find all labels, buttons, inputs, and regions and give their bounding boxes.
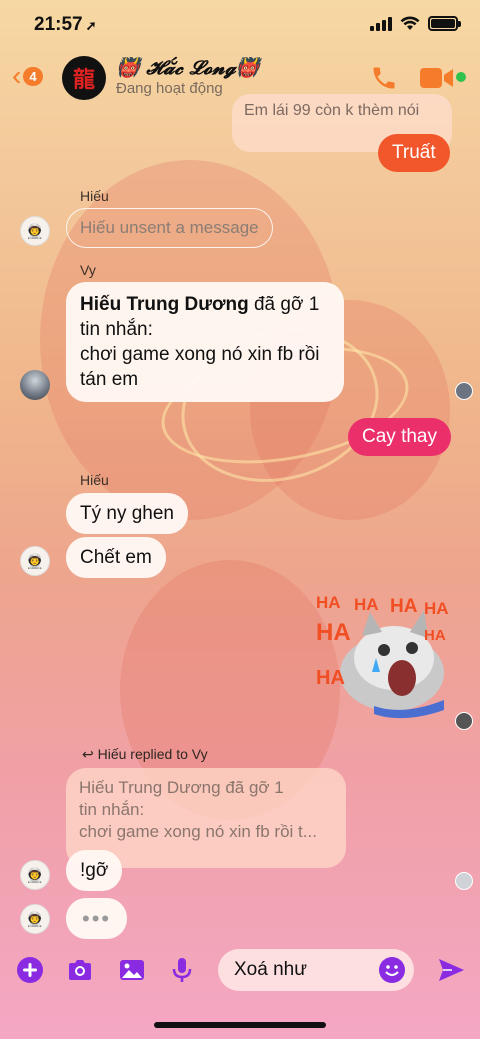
status-time: 21:57 ➚ — [34, 14, 97, 35]
battery-icon — [428, 16, 461, 31]
wifi-icon — [400, 16, 420, 30]
incoming-message[interactable]: Chết em — [66, 537, 166, 579]
camera-icon[interactable] — [66, 956, 94, 984]
svg-text:HA: HA — [390, 596, 418, 617]
avatar[interactable]: 👨‍🚀 — [20, 904, 50, 934]
send-icon[interactable] — [436, 955, 466, 985]
contact-name[interactable]: 👹 𝓗𝓪̆́𝓬 𝓛𝓸𝓷𝓰👹 — [116, 56, 260, 79]
message-input[interactable]: Xoá như — [218, 949, 414, 991]
back-button[interactable]: ‹ 4 — [12, 62, 43, 90]
message-text: Chết em — [80, 547, 152, 568]
emoji-icon[interactable] — [378, 956, 406, 984]
message-text: Cay thay — [362, 426, 437, 447]
reply-arrow-icon: ↩ — [82, 746, 98, 762]
quoted-text: Hiếu Trung Dương đã gỡ 1 — [79, 778, 284, 797]
status-icons — [370, 16, 461, 31]
message-text: tán em — [80, 369, 139, 391]
seen-indicator — [455, 712, 473, 730]
svg-text:HA: HA — [354, 595, 379, 614]
message-text: tin nhắn: — [80, 319, 153, 341]
avatar[interactable] — [20, 370, 50, 400]
incoming-message[interactable]: Tý ny ghen — [66, 493, 188, 535]
phone-call-icon[interactable] — [370, 64, 398, 92]
location-arrow-icon: ➚ — [85, 18, 97, 33]
svg-text:HA: HA — [424, 599, 449, 618]
mic-icon[interactable] — [168, 956, 196, 984]
plus-icon[interactable] — [16, 956, 44, 984]
message-text: Truất — [392, 142, 436, 163]
svg-text:HA: HA — [424, 627, 446, 644]
sender-name: Hiếu — [80, 472, 109, 488]
cat-laughing-sticker[interactable]: HA HA HA HA HA HA HA — [314, 588, 452, 726]
quoted-text: chơi game xong nó xin fb rồi t... — [79, 822, 317, 842]
cellular-signal-icon — [370, 16, 392, 31]
video-call-icon[interactable] — [420, 66, 454, 90]
svg-text:HA: HA — [316, 593, 341, 612]
message-bold-name: Hiếu Trung Dương — [80, 294, 249, 315]
sender-name: Hiếu — [80, 188, 109, 204]
home-indicator — [154, 1022, 326, 1028]
unread-count-badge: 4 — [23, 66, 43, 86]
message-input-text: Xoá như — [234, 959, 307, 980]
message-text: chơi game xong nó xin fb rồi — [80, 344, 320, 366]
outgoing-message[interactable]: Truất — [378, 134, 450, 172]
seen-indicator — [455, 872, 473, 890]
svg-text:HA: HA — [316, 619, 351, 646]
incoming-message[interactable]: !gỡ — [66, 850, 123, 892]
unsent-notice-text: Hiếu unsent a message — [80, 218, 259, 237]
online-status-dot — [456, 72, 466, 82]
image-icon[interactable] — [118, 956, 146, 984]
reply-header: ↩ Hiếu replied to Vy — [82, 746, 208, 763]
unsent-notice: Hiếu unsent a message — [66, 208, 273, 248]
message-composer: Xoá như — [0, 944, 480, 996]
outgoing-message[interactable]: Cay thay — [348, 418, 451, 456]
chevron-left-icon: ‹ — [12, 60, 22, 91]
message-text: Tý ny ghen — [80, 503, 174, 524]
sender-name: Vy — [80, 262, 96, 278]
typing-dots: ••• — [82, 906, 112, 931]
message-text: đã gỡ 1 — [248, 294, 320, 315]
avatar[interactable]: 👨‍🚀 — [20, 860, 50, 890]
contact-avatar[interactable]: 龍 — [62, 56, 106, 100]
incoming-message[interactable]: Hiếu Trung Dương đã gỡ 1 tin nhắn: chơi … — [66, 282, 344, 403]
message-text: !gỡ — [80, 860, 109, 881]
typing-indicator: ••• — [66, 898, 128, 940]
status-bar: 21:57 ➚ — [0, 0, 480, 50]
quoted-text: tin nhắn: — [79, 800, 145, 820]
reply-label-text: Hiếu replied to Vy — [97, 746, 208, 762]
avatar[interactable]: 👨‍🚀 — [20, 216, 50, 246]
seen-indicator — [455, 382, 473, 400]
reply-preview-text: Em lái 99 còn k thèm nói — [244, 102, 420, 119]
svg-text:HA: HA — [316, 667, 345, 689]
contact-status: Đang hoạt động — [116, 80, 223, 97]
avatar[interactable]: 👨‍🚀 — [20, 546, 50, 576]
